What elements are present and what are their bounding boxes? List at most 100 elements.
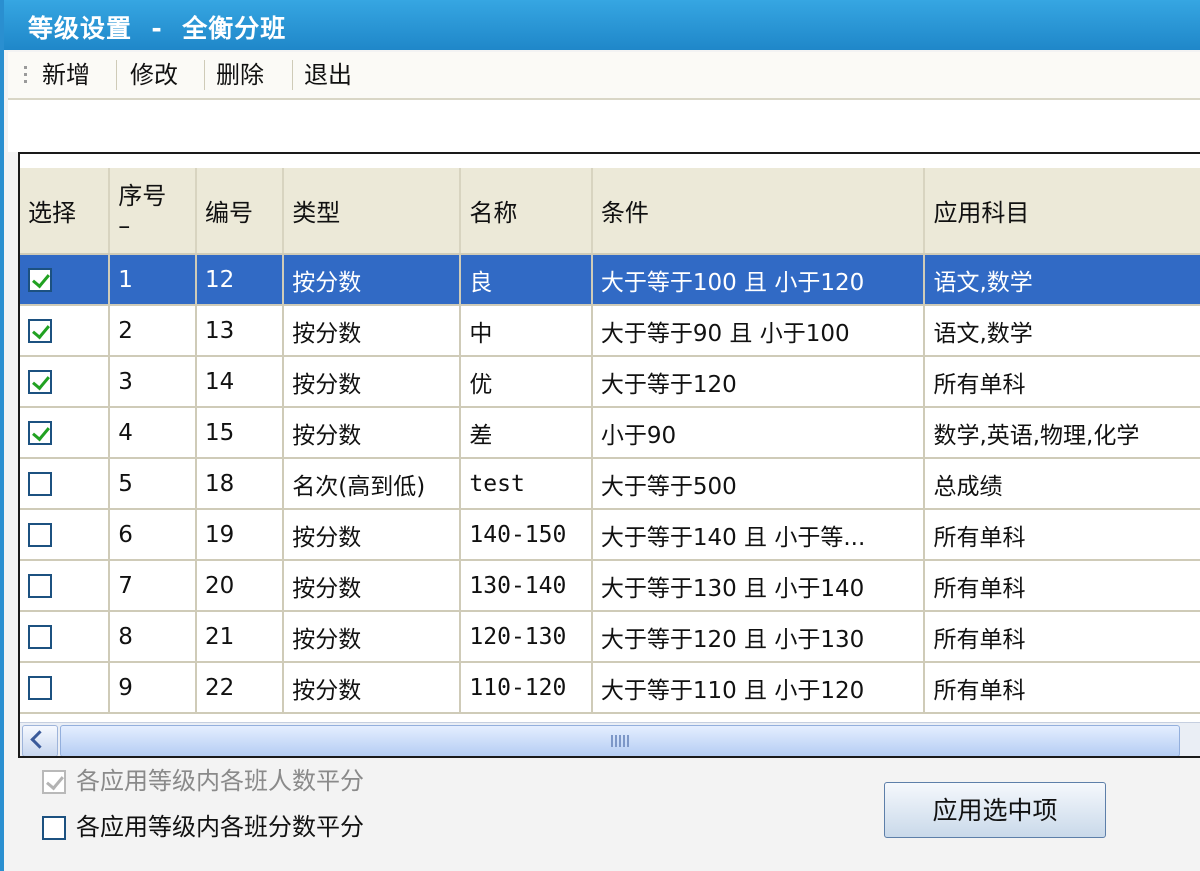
code-cell: 18 [195,458,285,510]
grade-table: 选择 序号 – 编号 类型 名称 条件 应用科目 1 12 按分数良大于等于100 … [20,168,1200,714]
grade-grid: 选择 序号 – 编号 类型 名称 条件 应用科目 1 12 按分数良大于等于100 … [18,152,1200,758]
seq-cell: 1 [109,254,197,306]
condition-cell: 大于等于130 且 小于140 [591,560,926,612]
type-cell: 按分数 [283,509,462,561]
exit-button[interactable]: 退出 [296,60,360,90]
row-select-cell[interactable] [20,407,111,459]
col-header-subjects[interactable]: 应用科目 [924,168,1200,255]
table-row[interactable]: 4 15 按分数差小于90 数学,英语,物理,化学 [20,407,1200,459]
option-equal-count[interactable]: 各应用等级内各班人数平分 [42,764,364,798]
row-checkbox[interactable] [28,523,52,547]
row-select-cell[interactable] [20,458,111,510]
toolbar-grip-icon[interactable] [24,66,28,86]
row-checkbox[interactable] [28,268,52,292]
type-cell: 按分数 [283,662,462,714]
code-cell: 21 [195,611,285,663]
col-header-condition[interactable]: 条件 [591,168,926,255]
window-title: 等级设置 - 全衡分班 [28,14,287,43]
name-cell: 中 [460,305,593,357]
type-cell: 名次(高到低) [283,458,462,510]
condition-cell: 小于90 [591,407,926,459]
seq-cell: 3 [109,356,197,408]
seq-cell: 4 [109,407,197,459]
condition-cell: 大于等于120 且 小于130 [591,611,926,663]
type-cell: 按分数 [283,254,462,306]
code-cell: 15 [195,407,285,459]
seq-cell: 2 [109,305,197,357]
title-bar[interactable]: 等级设置 - 全衡分班 [4,0,1200,50]
col-header-name[interactable]: 名称 [460,168,593,255]
grip-icon [611,735,631,747]
toolbar-separator [204,60,205,90]
col-header-type[interactable]: 类型 [283,168,462,255]
table-row[interactable]: 2 13 按分数中大于等于90 且 小于100 语文,数学 [20,305,1200,357]
row-checkbox[interactable] [28,574,52,598]
name-cell: 120-130 [460,611,593,663]
subjects-cell: 所有单科 [924,509,1200,561]
table-row[interactable]: 3 14 按分数优大于等于120 所有单科 [20,356,1200,408]
row-select-cell[interactable] [20,356,111,408]
name-cell: 良 [460,254,593,306]
table-row[interactable]: 6 19 按分数 140-150 大于等于140 且 小于等... 所有单科 [20,509,1200,561]
condition-cell: 大于等于140 且 小于等... [591,509,926,561]
col-header-seq[interactable]: 序号 – [109,168,197,255]
name-cell: 优 [460,356,593,408]
name-cell: 110-120 [460,662,593,714]
delete-button[interactable]: 删除 [208,60,272,90]
row-select-cell[interactable] [20,560,111,612]
type-cell: 按分数 [283,560,462,612]
row-checkbox[interactable] [28,625,52,649]
row-checkbox[interactable] [28,370,52,394]
condition-cell: 大于等于90 且 小于100 [591,305,926,357]
seq-cell: 5 [109,458,197,510]
apply-selected-button[interactable]: 应用选中项 [884,782,1106,838]
row-select-cell[interactable] [20,509,111,561]
type-cell: 按分数 [283,356,462,408]
table-row[interactable]: 5 18 名次(高到低) test 大于等于500 总成绩 [20,458,1200,510]
row-select-cell[interactable] [20,611,111,663]
table-row[interactable]: 7 20 按分数 130-140 大于等于130 且 小于140 所有单科 [20,560,1200,612]
condition-cell: 大于等于500 [591,458,926,510]
add-button[interactable]: 新增 [34,60,98,90]
row-select-cell[interactable] [20,305,111,357]
condition-cell: 大于等于110 且 小于120 [591,662,926,714]
row-checkbox[interactable] [28,421,52,445]
table-row[interactable]: 1 12 按分数良大于等于100 且 小于120 语文,数学 [20,254,1200,306]
table-row[interactable]: 8 21 按分数 120-130 大于等于120 且 小于130 所有单科 [20,611,1200,663]
seq-cell: 9 [109,662,197,714]
row-checkbox[interactable] [28,676,52,700]
name-cell: 差 [460,407,593,459]
condition-cell: 大于等于100 且 小于120 [591,254,926,306]
spacer-area [8,100,1200,152]
seq-cell: 7 [109,560,197,612]
scroll-left-button[interactable] [22,725,58,756]
equal-count-label: 各应用等级内各班人数平分 [76,767,364,795]
type-cell: 按分数 [283,611,462,663]
edit-button[interactable]: 修改 [122,60,186,90]
code-cell: 13 [195,305,285,357]
code-cell: 19 [195,509,285,561]
horizontal-scrollbar[interactable] [20,722,1200,756]
col-header-code[interactable]: 编号 [195,168,285,255]
code-cell: 12 [195,254,285,306]
row-checkbox[interactable] [28,319,52,343]
name-cell: 130-140 [460,560,593,612]
equal-score-checkbox[interactable] [42,816,66,840]
subjects-cell: 所有单科 [924,611,1200,663]
col-header-select[interactable]: 选择 [20,168,111,255]
subjects-cell: 所有单科 [924,356,1200,408]
table-row[interactable]: 9 22 按分数 110-120 大于等于110 且 小于120 所有单科 [20,662,1200,714]
subjects-cell: 语文,数学 [924,305,1200,357]
name-cell: 140-150 [460,509,593,561]
row-select-cell[interactable] [20,254,111,306]
header-row: 选择 序号 – 编号 类型 名称 条件 应用科目 [20,168,1200,255]
name-cell: test [460,458,593,510]
scroll-thumb[interactable] [60,725,1180,756]
subjects-cell: 总成绩 [924,458,1200,510]
toolbar: 新增 修改 删除 退出 [8,52,1200,100]
option-equal-score[interactable]: 各应用等级内各班分数平分 [42,810,364,844]
toolbar-separator [116,60,117,90]
row-select-cell[interactable] [20,662,111,714]
equal-count-checkbox[interactable] [42,770,66,794]
row-checkbox[interactable] [28,472,52,496]
